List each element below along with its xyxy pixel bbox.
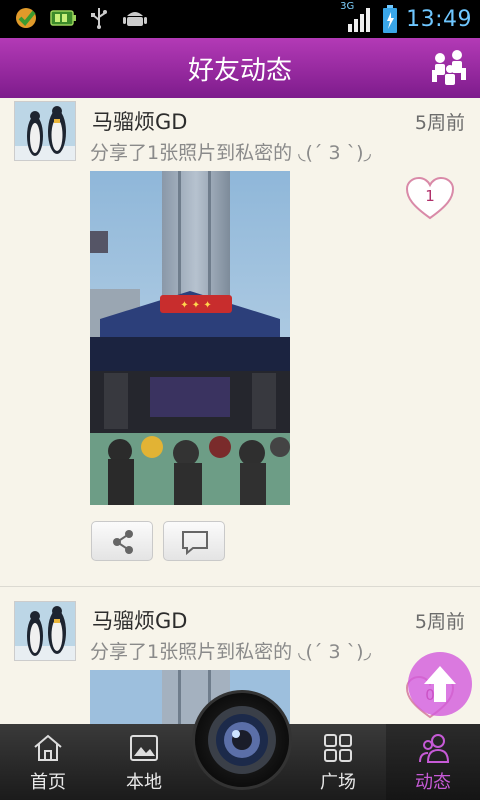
grid-icon — [324, 734, 352, 762]
battery-icon — [383, 5, 398, 33]
tab-home[interactable]: 首页 — [0, 724, 96, 800]
post-photo[interactable]: ✦ ✦ ✦ — [90, 171, 290, 505]
camera-button[interactable] — [192, 690, 292, 790]
tab-label: 动态 — [415, 772, 451, 793]
friends-icon[interactable] — [428, 48, 470, 88]
arrow-up-icon — [424, 666, 456, 702]
home-icon — [34, 734, 62, 761]
comment-button[interactable] — [163, 521, 225, 561]
like-button[interactable]: 1 — [405, 176, 455, 222]
share-icon — [113, 530, 133, 554]
tab-label: 本地 — [126, 772, 162, 793]
page-title: 好友动态 — [187, 56, 292, 86]
camera-icon — [208, 706, 276, 774]
tab-local[interactable]: 本地 — [96, 724, 192, 800]
status-bar: 3G 13:49 — [0, 0, 480, 38]
network-type: 3G — [340, 1, 355, 12]
tab-label: 首页 — [30, 772, 66, 793]
list-item: 马骝烦GD 5周前 分享了1张照片到私密的 ◟(ˊ 3 ˋ)◞ ✦ ✦ ✦ 1 — [0, 98, 480, 586]
post-description: 分享了1张照片到私密的 ◟(ˊ 3 ˋ)◞ — [90, 142, 371, 164]
svg-text:✦ ✦ ✦: ✦ ✦ ✦ — [180, 300, 212, 311]
usb-icon — [91, 8, 107, 29]
tab-activity[interactable]: 动态 — [386, 724, 480, 800]
like-count: 1 — [425, 187, 435, 205]
battery-app-icon — [50, 10, 76, 26]
clock: 13:49 — [406, 6, 472, 32]
app-icon — [16, 8, 36, 28]
image-icon — [130, 735, 158, 761]
signal-icon: 3G — [340, 1, 374, 34]
scroll-to-top-button[interactable] — [408, 652, 472, 716]
avatar[interactable] — [14, 601, 76, 661]
post-description: 分享了1张照片到私密的 ◟(ˊ 3 ˋ)◞ — [90, 641, 371, 663]
avatar[interactable] — [14, 101, 76, 161]
feed-list[interactable]: 马骝烦GD 5周前 分享了1张照片到私密的 ◟(ˊ 3 ˋ)◞ ✦ ✦ ✦ 1 … — [0, 98, 480, 724]
post-username[interactable]: 马骝烦GD — [92, 605, 187, 635]
android-icon — [123, 12, 147, 26]
people-icon — [419, 734, 450, 763]
post-username[interactable]: 马骝烦GD — [92, 106, 187, 136]
share-button[interactable] — [91, 521, 153, 561]
post-time: 5周前 — [414, 611, 465, 633]
tab-label: 广场 — [320, 772, 356, 793]
comment-icon — [182, 531, 208, 556]
post-time: 5周前 — [414, 112, 465, 134]
tab-square[interactable]: 广场 — [290, 724, 386, 800]
title-bar: 好友动态 — [0, 38, 480, 98]
